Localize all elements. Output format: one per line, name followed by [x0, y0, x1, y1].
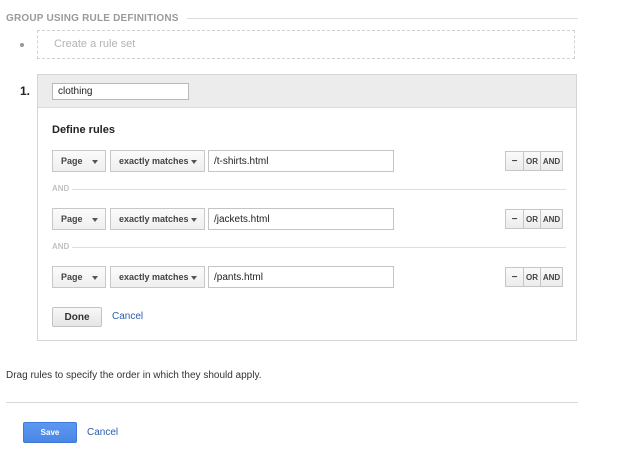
footer-divider [6, 402, 578, 403]
rule-row: Page exactly matches − OR AND [52, 208, 566, 230]
operator-dropdown-value: exactly matches [119, 214, 189, 224]
add-or-button[interactable]: OR [523, 267, 541, 287]
caret-down-icon [191, 160, 197, 164]
done-button[interactable]: Done [52, 307, 102, 327]
rule-set-number: 1. [20, 84, 31, 98]
add-or-button[interactable]: OR [523, 151, 541, 171]
rule-button-group: − OR AND [505, 267, 563, 287]
and-separator: AND [52, 184, 566, 194]
rule-button-group: − OR AND [505, 209, 563, 229]
rule-value-input[interactable] [208, 150, 394, 172]
dimension-dropdown-value: Page [61, 214, 83, 224]
caret-down-icon [92, 160, 98, 164]
operator-dropdown[interactable]: exactly matches [110, 266, 205, 288]
and-separator-line [72, 247, 566, 248]
rule-row: Page exactly matches − OR AND [52, 266, 566, 288]
rule-row: Page exactly matches − OR AND [52, 150, 566, 172]
operator-dropdown-value: exactly matches [119, 156, 189, 166]
operator-dropdown[interactable]: exactly matches [110, 208, 205, 230]
save-button[interactable]: Save [23, 422, 77, 443]
and-separator-label: AND [52, 184, 70, 193]
add-and-button[interactable]: AND [540, 209, 563, 229]
add-and-button[interactable]: AND [540, 151, 563, 171]
caret-down-icon [92, 276, 98, 280]
cancel-link[interactable]: Cancel [87, 427, 118, 438]
and-separator-label: AND [52, 242, 70, 251]
rule-set-name-input[interactable] [52, 83, 189, 100]
and-separator: AND [52, 242, 566, 252]
create-rule-set-label: Create a rule set [54, 38, 136, 50]
rule-set-panel: Define rules Page exactly matches − OR A… [37, 74, 577, 341]
bullet-icon [20, 43, 24, 47]
rule-button-group: − OR AND [505, 151, 563, 171]
remove-rule-button[interactable]: − [505, 151, 524, 171]
caret-down-icon [191, 218, 197, 222]
dimension-dropdown[interactable]: Page [52, 150, 106, 172]
section-title: GROUP USING RULE DEFINITIONS [6, 12, 179, 24]
add-and-button[interactable]: AND [540, 267, 563, 287]
rule-set-header [38, 75, 576, 108]
dimension-dropdown[interactable]: Page [52, 266, 106, 288]
create-rule-set-button[interactable]: Create a rule set [37, 30, 575, 59]
define-rules-label: Define rules [52, 124, 115, 136]
dimension-dropdown-value: Page [61, 272, 83, 282]
caret-down-icon [191, 276, 197, 280]
dimension-dropdown-value: Page [61, 156, 83, 166]
rule-value-input[interactable] [208, 266, 394, 288]
section-header: GROUP USING RULE DEFINITIONS [6, 11, 578, 25]
remove-rule-button[interactable]: − [505, 267, 524, 287]
and-separator-line [72, 189, 566, 190]
caret-down-icon [92, 218, 98, 222]
section-divider [186, 17, 578, 19]
add-or-button[interactable]: OR [523, 209, 541, 229]
remove-rule-button[interactable]: − [505, 209, 524, 229]
operator-dropdown[interactable]: exactly matches [110, 150, 205, 172]
drag-hint-text: Drag rules to specify the order in which… [6, 370, 262, 381]
operator-dropdown-value: exactly matches [119, 272, 189, 282]
cancel-rule-set-link[interactable]: Cancel [112, 311, 143, 322]
rule-value-input[interactable] [208, 208, 394, 230]
dimension-dropdown[interactable]: Page [52, 208, 106, 230]
